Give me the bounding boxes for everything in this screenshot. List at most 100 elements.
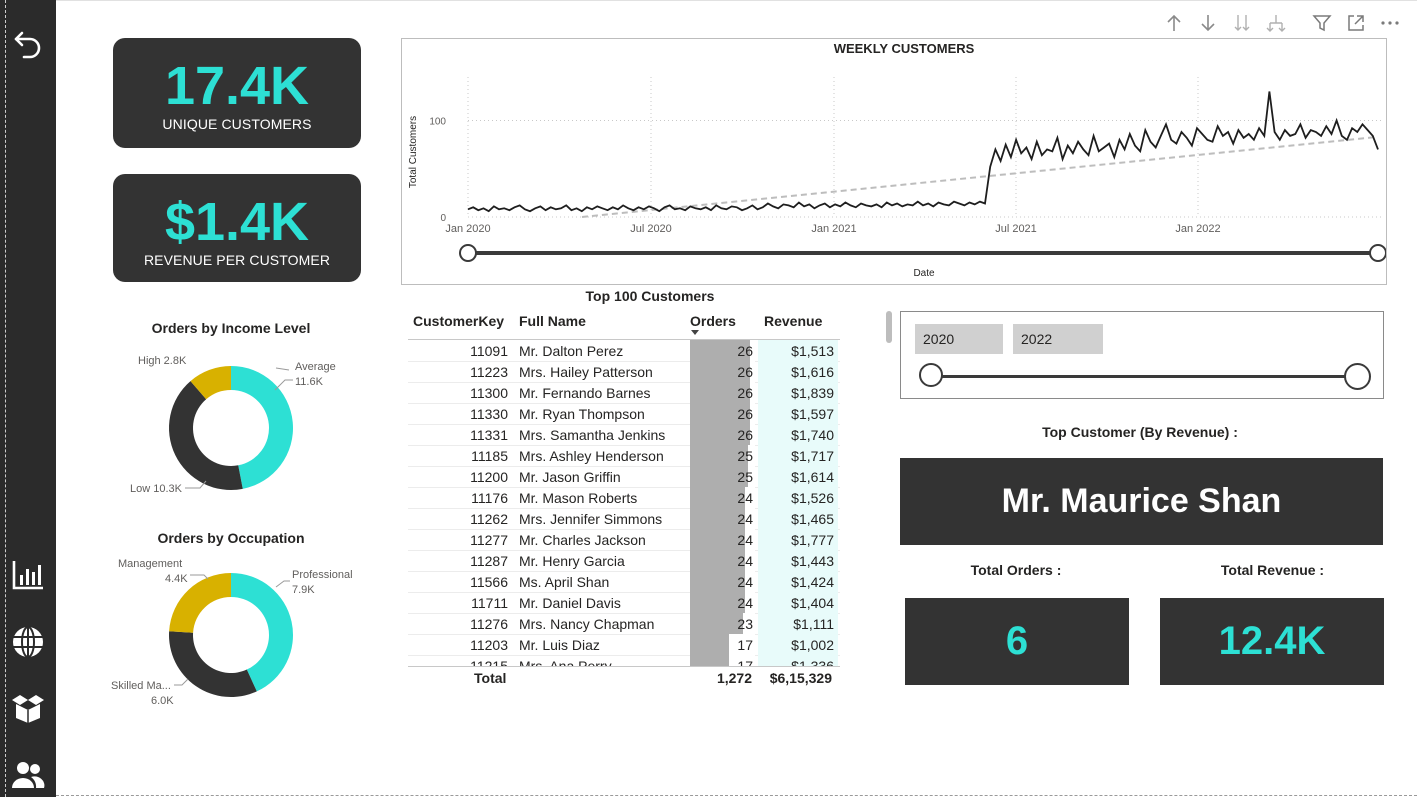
kpi-label: REVENUE PER CUSTOMER	[143, 252, 331, 268]
cell-customerkey: 11330	[470, 406, 508, 422]
top-customer-heading: Top Customer (By Revenue) :	[1042, 424, 1238, 440]
users-icon[interactable]	[10, 757, 46, 793]
chart-title: WEEKLY CUSTOMERS	[834, 41, 975, 56]
cell-full-name: Mr. Charles Jackson	[519, 532, 646, 548]
orders-value: 26	[737, 406, 753, 422]
arrow-up-icon[interactable]	[1163, 12, 1185, 34]
orders-value: 25	[737, 469, 753, 485]
cell-orders: 24	[690, 592, 755, 613]
table-row[interactable]: 11330 Mr. Ryan Thompson 26 $1,597	[408, 403, 840, 425]
cell-full-name: Mr. Jason Griffin	[519, 469, 621, 485]
globe-icon[interactable]	[10, 624, 46, 660]
total-orders-label: Total Orders :	[970, 562, 1062, 578]
header-orders[interactable]: Orders	[690, 313, 736, 329]
table-title: Top 100 Customers	[585, 288, 715, 304]
table-row[interactable]: 11276 Mrs. Nancy Chapman 23 $1,111	[408, 613, 840, 635]
orders-value: 24	[737, 511, 753, 527]
cell-full-name: Mr. Dalton Perez	[519, 343, 624, 359]
table-row[interactable]: 11176 Mr. Mason Roberts 24 $1,526	[408, 487, 840, 509]
table-row[interactable]: 11203 Mr. Luis Diaz 17 $1,002	[408, 634, 840, 656]
cell-revenue: $1,424	[758, 571, 838, 592]
cell-revenue: $1,443	[758, 550, 838, 571]
orders-data-bar	[690, 634, 730, 655]
cell-revenue: $1,404	[758, 592, 838, 613]
table-row[interactable]: 11185 Mrs. Ashley Henderson 25 $1,717	[408, 445, 840, 467]
orders-value: 24	[737, 490, 753, 506]
cell-customerkey: 11711	[471, 595, 508, 611]
table-row[interactable]: 11091 Mr. Dalton Perez 26 $1,513	[408, 340, 840, 362]
focus-mode-icon[interactable]	[1345, 12, 1367, 34]
date-range-start-handle[interactable]	[459, 244, 477, 262]
cell-full-name: Mrs. Hailey Patterson	[519, 364, 653, 380]
cell-orders: 24	[690, 487, 755, 508]
total-revenue-label: Total Revenue :	[1220, 562, 1325, 578]
income-slice-average[interactable]	[231, 366, 293, 489]
chart-y-axis-label: Total Customers	[408, 116, 419, 188]
cell-customerkey: 11185	[471, 448, 508, 464]
income-label-high: High 2.8K	[138, 355, 187, 367]
more-options-icon[interactable]	[1379, 12, 1401, 34]
orders-value: 23	[737, 616, 753, 632]
table-row[interactable]: 11711 Mr. Daniel Davis 24 $1,404	[408, 592, 840, 614]
table-row[interactable]: 11277 Mr. Charles Jackson 24 $1,777	[408, 529, 840, 551]
cell-orders: 25	[690, 466, 755, 487]
slicer-start-handle[interactable]	[919, 363, 943, 387]
cell-full-name: Mrs. Ana Perry	[519, 658, 612, 666]
table-scrollbar[interactable]	[886, 311, 892, 343]
box-icon[interactable]	[10, 690, 46, 726]
orders-value: 17	[737, 637, 753, 653]
trend-line	[581, 135, 1379, 218]
filter-icon[interactable]	[1311, 12, 1333, 34]
double-arrow-down-icon[interactable]	[1231, 12, 1253, 34]
table-row[interactable]: 11300 Mr. Fernando Barnes 26 $1,839	[408, 382, 840, 404]
cell-revenue: $1,465	[758, 508, 838, 529]
table-row[interactable]: 11262 Mrs. Jennifer Simmons 24 $1,465	[408, 508, 840, 530]
cell-customerkey: 11262	[470, 511, 508, 527]
bar-chart-icon[interactable]	[10, 557, 46, 593]
orders-data-bar	[690, 613, 744, 634]
table-row[interactable]: 11215 Mrs. Ana Perry 17 $1,336	[408, 655, 840, 666]
header-full-name[interactable]: Full Name	[519, 313, 586, 329]
top-customer-name: Mr. Maurice Shan	[900, 458, 1383, 545]
slicer-track[interactable]	[933, 375, 1359, 378]
cell-orders: 24	[690, 508, 755, 529]
cell-revenue: $1,616	[758, 361, 838, 382]
occupation-label-professional: Professional	[292, 569, 353, 581]
cell-orders: 17	[690, 655, 755, 666]
weekly-customers-chart: WEEKLY CUSTOMERS Total Customers Date 01…	[401, 38, 1387, 285]
orders-value: 17	[737, 658, 753, 666]
slicer-start-year[interactable]: 2020	[915, 324, 1003, 354]
cell-customerkey: 11331	[470, 427, 508, 443]
arrow-down-icon[interactable]	[1197, 12, 1219, 34]
back-icon[interactable]	[10, 25, 46, 61]
cell-full-name: Mrs. Ashley Henderson	[519, 448, 664, 464]
table-row[interactable]: 11223 Mrs. Hailey Patterson 26 $1,616	[408, 361, 840, 383]
header-revenue[interactable]: Revenue	[764, 313, 822, 329]
slicer-end-year[interactable]: 2022	[1013, 324, 1103, 354]
x-tick-label: Jul 2020	[630, 223, 672, 235]
table-body[interactable]: 11091 Mr. Dalton Perez 26 $1,513 11223 Mrs. H…	[408, 340, 840, 666]
occupation-label-skilled: Skilled Ma...	[111, 680, 171, 692]
header-customerkey[interactable]: CustomerKey	[413, 313, 504, 329]
cell-customerkey: 11277	[470, 532, 508, 548]
table-row[interactable]: 11566 Ms. April Shan 24 $1,424	[408, 571, 840, 593]
frame-bottom	[56, 795, 1417, 796]
cell-orders: 25	[690, 445, 755, 466]
slicer-end-handle[interactable]	[1344, 363, 1371, 390]
table-row[interactable]: 11331 Mrs. Samantha Jenkins 26 $1,740	[408, 424, 840, 446]
expand-hierarchy-icon[interactable]	[1265, 12, 1287, 34]
table-row[interactable]: 11200 Mr. Jason Griffin 25 $1,614	[408, 466, 840, 488]
cell-revenue: $1,717	[758, 445, 838, 466]
cell-orders: 24	[690, 529, 755, 550]
occupation-label-management: Management	[118, 558, 183, 570]
occupation-label-management-value: 4.4K	[165, 573, 188, 585]
kpi-value: $1.4K	[164, 192, 310, 252]
table-row[interactable]: 11287 Mr. Henry Garcia 24 $1,443	[408, 550, 840, 572]
date-range-end-handle[interactable]	[1369, 244, 1386, 262]
income-donut-title: Orders by Income Level	[151, 320, 311, 336]
cell-full-name: Mr. Fernando Barnes	[519, 385, 651, 401]
occupation-label-skilled-value: 6.0K	[151, 695, 174, 707]
occupation-slice-skilled-ma[interactable]	[169, 631, 257, 697]
sort-desc-icon	[691, 330, 699, 335]
cell-revenue: $1,839	[758, 382, 838, 403]
